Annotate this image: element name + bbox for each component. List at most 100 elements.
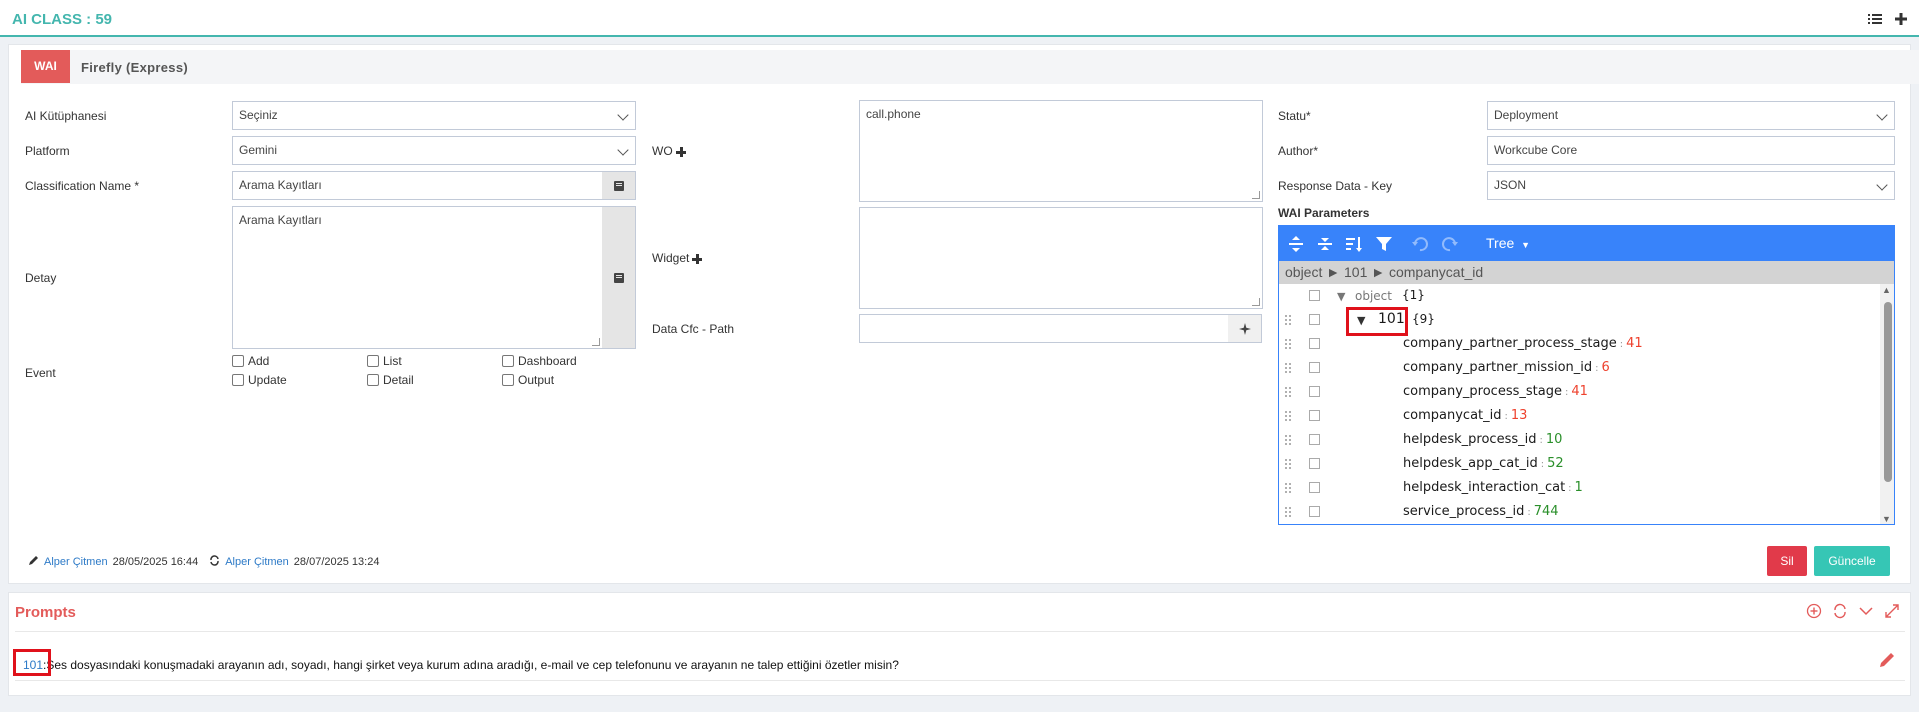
row-select-box[interactable] <box>1309 434 1320 445</box>
widget-textarea[interactable] <box>859 207 1263 309</box>
tree-row-entry[interactable]: helpdesk_app_cat_id:52 <box>1279 452 1879 476</box>
add-circle-icon[interactable] <box>1806 603 1822 619</box>
tree-row-entry[interactable]: service_process_id:744 <box>1279 500 1879 524</box>
classification-name-input[interactable]: Arama Kayıtları <box>232 171 603 200</box>
author-input[interactable]: Workcube Core <box>1487 136 1895 165</box>
book-icon[interactable] <box>602 171 636 200</box>
tree-entry-key: company_process_stage <box>1403 384 1562 399</box>
book-icon[interactable] <box>602 206 636 349</box>
row-select-box[interactable] <box>1309 506 1320 517</box>
event-update-checkbox[interactable]: Update <box>232 373 287 387</box>
wai-parameters-label: WAI Parameters <box>1278 206 1370 220</box>
drag-handle-icon[interactable] <box>1284 386 1292 398</box>
drag-handle-icon[interactable] <box>1284 482 1292 494</box>
update-button[interactable]: Güncelle <box>1814 546 1890 576</box>
event-list-checkbox[interactable]: List <box>367 354 402 368</box>
tree-entry[interactable]: company_partner_mission_id:6 <box>1403 360 1610 375</box>
add-widget-icon[interactable] <box>692 253 703 264</box>
tree-entry-value[interactable]: 744 <box>1534 504 1559 519</box>
row-select-box[interactable] <box>1309 314 1320 325</box>
tree-entry[interactable]: companycat_id:13 <box>1403 408 1527 423</box>
tree-row-object[interactable]: ▼ object {1} <box>1279 284 1879 308</box>
tree-row-entry[interactable]: company_process_stage:41 <box>1279 380 1879 404</box>
event-label: Event <box>25 366 56 380</box>
drag-handle-icon[interactable] <box>1284 362 1292 374</box>
platform-select[interactable]: Gemini <box>232 136 636 165</box>
add-wo-icon[interactable] <box>675 146 686 157</box>
created-at: 28/05/2025 16:44 <box>112 556 199 568</box>
tree-row-entry[interactable]: helpdesk_interaction_cat:1 <box>1279 476 1879 500</box>
chevron-down-icon <box>1876 179 1888 191</box>
tree-row-entry[interactable]: company_partner_mission_id:6 <box>1279 356 1879 380</box>
tree-entry[interactable]: company_partner_process_stage:41 <box>1403 336 1643 351</box>
row-select-box[interactable] <box>1309 362 1320 373</box>
resize-grip[interactable] <box>1252 298 1260 306</box>
ai-kutuphanesi-select[interactable]: Seçiniz <box>232 101 636 130</box>
created-by-link[interactable]: Alper Çitmen <box>44 556 108 568</box>
tree-entry-value[interactable]: 6 <box>1602 360 1610 375</box>
json-editor-breadcrumb[interactable]: object ► 101 ► companycat_id <box>1279 261 1894 284</box>
prompt-text: Ses dosyasındaki konuşmadaki arayanın ad… <box>46 658 899 672</box>
refresh-icon[interactable] <box>1832 603 1848 619</box>
tree-entry-value[interactable]: 52 <box>1547 456 1564 471</box>
drag-handle-icon[interactable] <box>1284 434 1292 446</box>
filter-icon[interactable] <box>1375 235 1393 253</box>
row-select-box[interactable] <box>1309 338 1320 349</box>
scroll-thumb[interactable] <box>1884 302 1892 482</box>
tree-entry[interactable]: helpdesk_process_id:10 <box>1403 432 1562 447</box>
list-icon[interactable] <box>1867 11 1883 27</box>
response-data-key-select[interactable]: JSON <box>1487 171 1895 200</box>
scroll-up-icon[interactable]: ▲ <box>1882 285 1891 295</box>
tree-root-count: {1} <box>1402 288 1425 302</box>
tree-entry-separator: : <box>1539 435 1543 446</box>
tree-entry[interactable]: company_process_stage:41 <box>1403 384 1588 399</box>
scroll-down-icon[interactable]: ▼ <box>1882 514 1891 524</box>
row-select-box[interactable] <box>1309 458 1320 469</box>
tree-expand-icon[interactable]: ▼ <box>1337 290 1345 303</box>
wo-textarea[interactable]: call.phone <box>859 100 1263 202</box>
collapse-all-icon[interactable] <box>1316 235 1334 253</box>
tree-entry-value[interactable]: 10 <box>1546 432 1563 447</box>
event-detail-checkbox[interactable]: Detail <box>367 373 414 387</box>
chevron-down-icon[interactable] <box>1858 603 1874 619</box>
tree-row-entry[interactable]: companycat_id:13 <box>1279 404 1879 428</box>
event-output-checkbox[interactable]: Output <box>502 373 554 387</box>
sort-icon[interactable] <box>1345 235 1363 253</box>
json-editor-scrollbar[interactable]: ▲ ▼ <box>1880 284 1894 524</box>
tree-entry-value[interactable]: 1 <box>1575 480 1583 495</box>
row-select-box[interactable] <box>1309 410 1320 421</box>
row-select-box[interactable] <box>1309 482 1320 493</box>
tree-entry-value[interactable]: 41 <box>1571 384 1588 399</box>
expand-icon[interactable] <box>1884 603 1900 619</box>
expand-all-icon[interactable] <box>1287 235 1305 253</box>
statu-select[interactable]: Deployment <box>1487 101 1895 130</box>
add-icon[interactable] <box>1893 11 1909 27</box>
tree-entry[interactable]: service_process_id:744 <box>1403 504 1559 519</box>
tree-entry-key: service_process_id <box>1403 504 1525 519</box>
undo-icon[interactable] <box>1411 235 1429 253</box>
drag-handle-icon[interactable] <box>1284 458 1292 470</box>
tree-row-entry[interactable]: helpdesk_process_id:10 <box>1279 428 1879 452</box>
data-cfc-path-input[interactable] <box>859 314 1229 343</box>
edit-pencil-icon[interactable] <box>1878 651 1896 672</box>
event-add-checkbox[interactable]: Add <box>232 354 269 368</box>
json-editor-mode-dropdown[interactable]: Tree ▼ <box>1486 235 1530 251</box>
tree-entry-value[interactable]: 13 <box>1511 408 1528 423</box>
resize-grip[interactable] <box>592 338 600 346</box>
event-dashboard-checkbox[interactable]: Dashboard <box>502 354 577 368</box>
row-select-box[interactable] <box>1309 290 1320 301</box>
sparkle-icon[interactable] <box>1228 314 1262 343</box>
delete-button[interactable]: Sil <box>1767 546 1807 576</box>
detay-textarea[interactable]: Arama Kayıtları <box>232 206 603 349</box>
resize-grip[interactable] <box>1252 191 1260 199</box>
drag-handle-icon[interactable] <box>1284 338 1292 350</box>
drag-handle-icon[interactable] <box>1284 410 1292 422</box>
row-select-box[interactable] <box>1309 386 1320 397</box>
redo-icon[interactable] <box>1441 235 1459 253</box>
tree-entry[interactable]: helpdesk_interaction_cat:1 <box>1403 480 1583 495</box>
tree-entry-value[interactable]: 41 <box>1626 336 1643 351</box>
tree-entry[interactable]: helpdesk_app_cat_id:52 <box>1403 456 1564 471</box>
drag-handle-icon[interactable] <box>1284 314 1292 326</box>
drag-handle-icon[interactable] <box>1284 506 1292 518</box>
updated-by-link[interactable]: Alper Çitmen <box>225 556 289 568</box>
